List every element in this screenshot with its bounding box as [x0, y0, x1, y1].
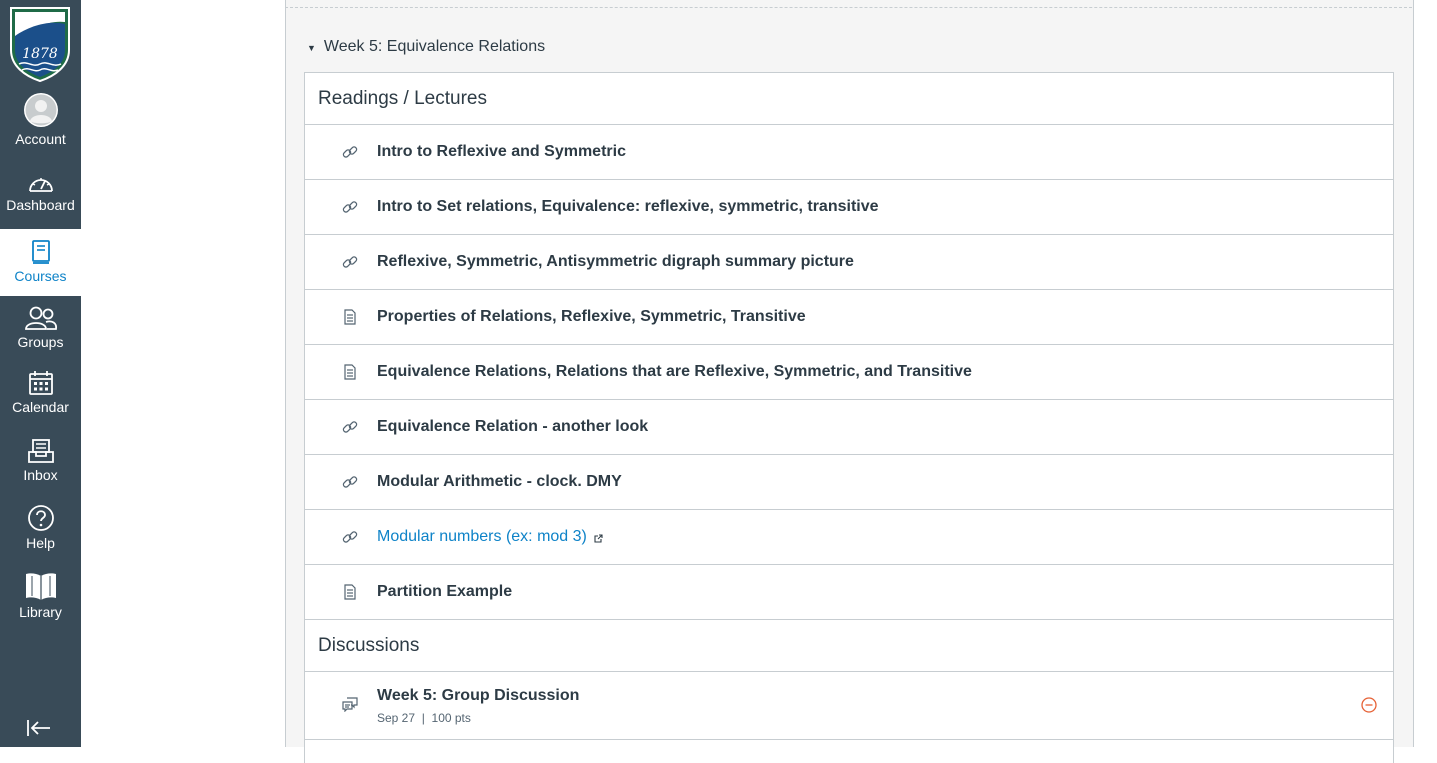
module-item-title[interactable]: Reflexive, Symmetric, Antisymmetric digr…	[377, 235, 854, 289]
discussion-meta: Sep 27 | 100 pts	[377, 711, 471, 725]
nav-inbox-label: Inbox	[23, 467, 58, 483]
collapse-nav-icon	[27, 720, 50, 736]
calendar-icon	[28, 371, 53, 395]
svg-text:1878: 1878	[22, 46, 58, 62]
institution-logo[interactable]: 1878	[0, 0, 81, 86]
global-navigation: 1878 Account Dashboard Courses Groups Ca…	[0, 0, 81, 747]
minus-circle-icon[interactable]	[1361, 697, 1377, 713]
module-item-title[interactable]: Properties of Relations, Reflexive, Symm…	[377, 290, 806, 344]
module-item[interactable]: Properties of Relations, Reflexive, Symm…	[305, 290, 1393, 345]
module-item[interactable]: Partition Example	[305, 565, 1393, 620]
module-title: Week 5: Equivalence Relations	[323, 38, 546, 55]
nav-library[interactable]: Library	[0, 571, 81, 620]
nav-courses[interactable]: Courses	[0, 229, 81, 296]
module-item-title[interactable]: Modular Arithmetic - clock. DMY	[377, 455, 622, 509]
nav-dashboard-label: Dashboard	[6, 197, 75, 213]
module-item[interactable]: Equivalence Relation - another look	[305, 400, 1393, 455]
external-link-icon[interactable]	[594, 534, 603, 543]
nav-dashboard[interactable]: Dashboard	[0, 172, 81, 213]
link-icon	[342, 421, 358, 433]
nav-library-label: Library	[19, 604, 62, 620]
module-item[interactable]: Intro to Reflexive and Symmetric	[305, 125, 1393, 180]
due-date: Sep 27	[377, 711, 416, 725]
link-icon	[342, 146, 358, 158]
module-item[interactable]: Intro to Set relations, Equivalence: ref…	[305, 180, 1393, 235]
page-icon	[344, 584, 356, 600]
nav-account-label: Account	[15, 131, 66, 147]
module-item[interactable]: Modular Arithmetic - clock. DMY	[305, 455, 1393, 510]
meta-separator: |	[421, 711, 425, 725]
module-items: Readings / Lectures Intro to Reflexive a…	[304, 72, 1394, 763]
page-icon	[344, 309, 356, 325]
inbox-icon	[27, 439, 54, 463]
nav-help[interactable]: Help	[0, 504, 81, 551]
help-icon	[27, 505, 54, 531]
module-item[interactable]: Reflexive, Symmetric, Antisymmetric digr…	[305, 235, 1393, 290]
link-icon	[342, 476, 358, 488]
subheader-readings: Readings / Lectures	[305, 73, 1393, 125]
shield-logo-icon: 1878	[10, 7, 70, 82]
nav-help-label: Help	[26, 535, 55, 551]
nav-inbox[interactable]: Inbox	[0, 438, 81, 483]
module-item[interactable]: Modular numbers (ex: mod 3)	[305, 510, 1393, 565]
library-icon	[25, 573, 56, 600]
external-link-title[interactable]: Modular numbers (ex: mod 3)	[377, 510, 587, 564]
collapse-triangle-icon[interactable]: ▼	[307, 43, 316, 53]
module-item-title[interactable]: Equivalence Relations, Relations that ar…	[377, 345, 972, 399]
page-icon	[344, 364, 356, 380]
nav-courses-label: Courses	[14, 268, 67, 284]
link-icon	[342, 256, 358, 268]
link-icon	[342, 201, 358, 213]
account-icon	[23, 93, 58, 127]
nav-groups[interactable]: Groups	[0, 305, 81, 350]
module-divider	[285, 7, 1412, 8]
discussion-item[interactable]: Week 5: Group Discussion Sep 27 | 100 pt…	[305, 672, 1393, 740]
courses-icon	[31, 240, 50, 264]
dashboard-icon	[28, 178, 53, 192]
module-item-title[interactable]: Equivalence Relation - another look	[377, 400, 648, 454]
module-item[interactable]: Equivalence Relations, Relations that ar…	[305, 345, 1393, 400]
module-header[interactable]: ▼ Week 5: Equivalence Relations	[307, 36, 545, 58]
nav-calendar[interactable]: Calendar	[0, 370, 81, 415]
groups-icon	[24, 306, 57, 330]
link-icon	[342, 531, 358, 543]
collapse-nav-button[interactable]	[26, 717, 52, 744]
discussion-title[interactable]: Week 5: Group Discussion	[377, 687, 579, 705]
nav-calendar-label: Calendar	[12, 399, 69, 415]
module-item-title[interactable]: Intro to Set relations, Equivalence: ref…	[377, 180, 879, 234]
discussion-icon	[342, 697, 358, 712]
subheader-discussions: Discussions	[305, 620, 1393, 672]
nav-account[interactable]: Account	[0, 92, 81, 147]
module-item-title[interactable]: Partition Example	[377, 565, 512, 619]
module-item-title[interactable]: Intro to Reflexive and Symmetric	[377, 125, 626, 179]
nav-groups-label: Groups	[17, 334, 64, 350]
points-possible: 100 pts	[431, 711, 471, 725]
